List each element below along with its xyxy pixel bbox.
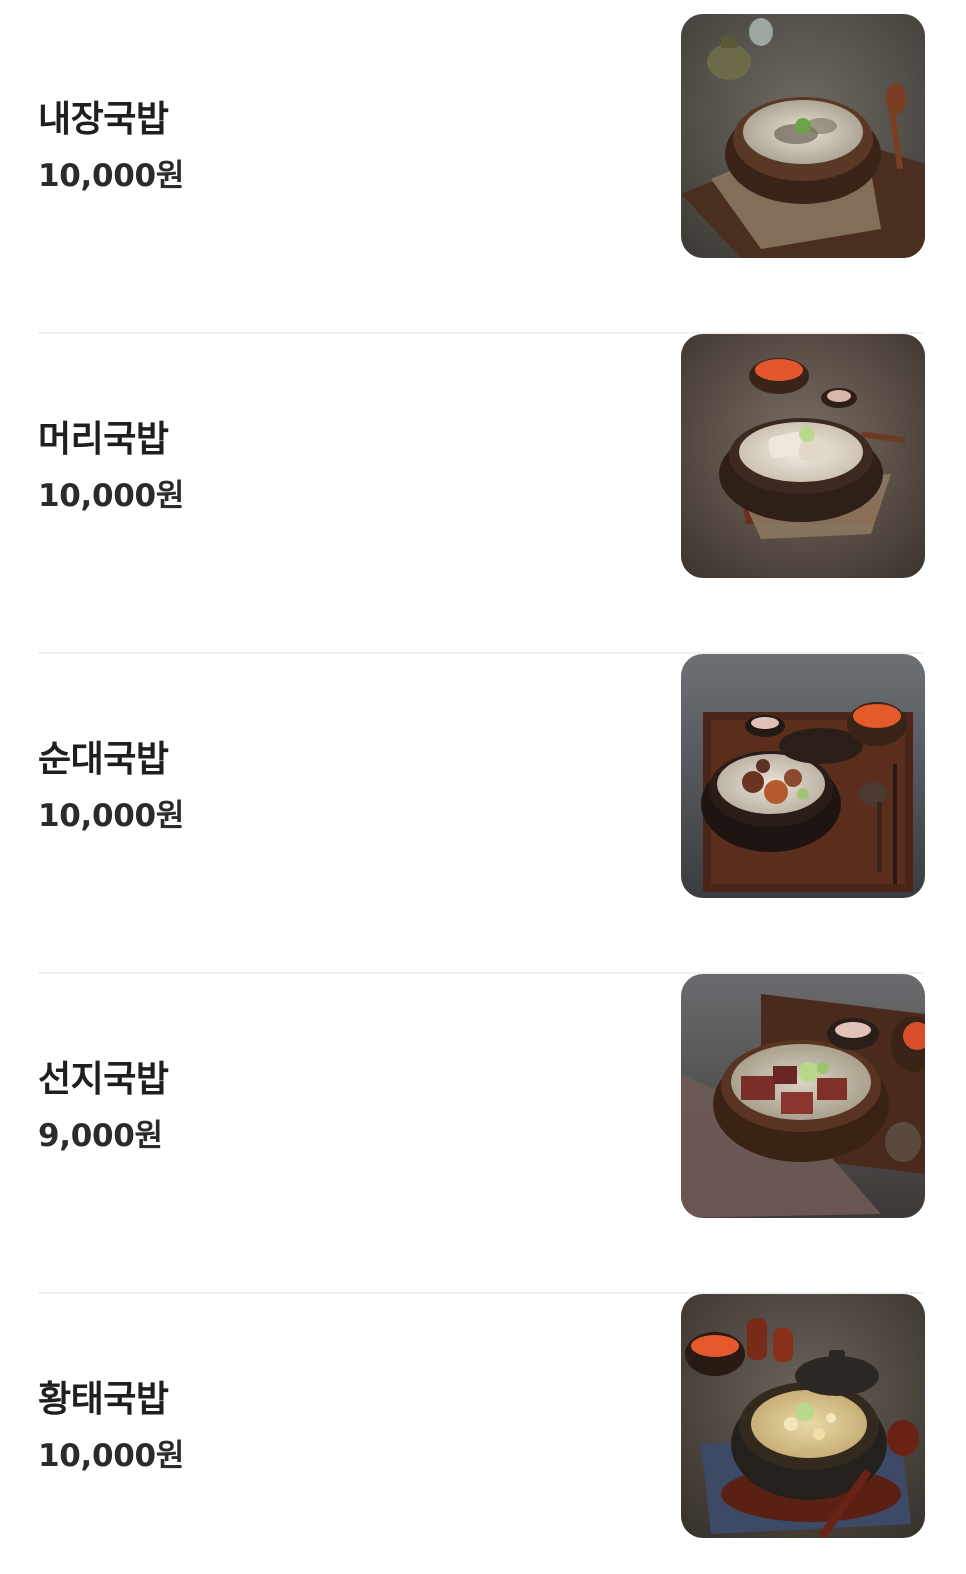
menu-item-seonji-gukbap[interactable]: 선지국밥 9,000원 bbox=[38, 974, 925, 1294]
menu-item-text: 머리국밥 10,000원 bbox=[38, 418, 184, 516]
menu-item-photo[interactable] bbox=[681, 654, 925, 898]
menu-item-meori-gukbap[interactable]: 머리국밥 10,000원 bbox=[38, 334, 925, 654]
menu-item-photo[interactable] bbox=[681, 974, 925, 1218]
menu-item-text: 황태국밥 10,000원 bbox=[38, 1378, 184, 1476]
menu-item-name: 머리국밥 bbox=[38, 419, 169, 460]
menu-item-name: 내장국밥 bbox=[38, 99, 169, 140]
menu-item-text: 선지국밥 9,000원 bbox=[38, 1058, 169, 1156]
menu-item-photo[interactable] bbox=[681, 1294, 925, 1538]
menu-item-name: 순대국밥 bbox=[38, 739, 169, 780]
menu-item-price: 10,000원 bbox=[38, 478, 185, 514]
menu-item-price: 10,000원 bbox=[38, 158, 185, 194]
menu-item-sundae-gukbap[interactable]: 순대국밥 10,000원 bbox=[38, 654, 925, 974]
menu-item-photo[interactable] bbox=[681, 334, 925, 578]
menu-item-naejang-gukbap[interactable]: 내장국밥 10,000원 bbox=[38, 14, 925, 334]
menu-item-price: 9,000원 bbox=[38, 1118, 163, 1154]
menu-list: 내장국밥 10,000원 머리국밥 10,000원 순대국밥 10,000원 선… bbox=[0, 0, 966, 1574]
menu-item-name: 선지국밥 bbox=[38, 1059, 169, 1100]
menu-item-name: 황태국밥 bbox=[38, 1379, 169, 1420]
menu-item-text: 내장국밥 10,000원 bbox=[38, 98, 184, 196]
menu-item-text: 순대국밥 10,000원 bbox=[38, 738, 184, 836]
menu-item-price: 10,000원 bbox=[38, 798, 185, 834]
menu-item-price: 10,000원 bbox=[38, 1438, 185, 1474]
menu-item-hwangtae-gukbap[interactable]: 황태국밥 10,000원 bbox=[38, 1294, 925, 1574]
menu-item-photo[interactable] bbox=[681, 14, 925, 258]
